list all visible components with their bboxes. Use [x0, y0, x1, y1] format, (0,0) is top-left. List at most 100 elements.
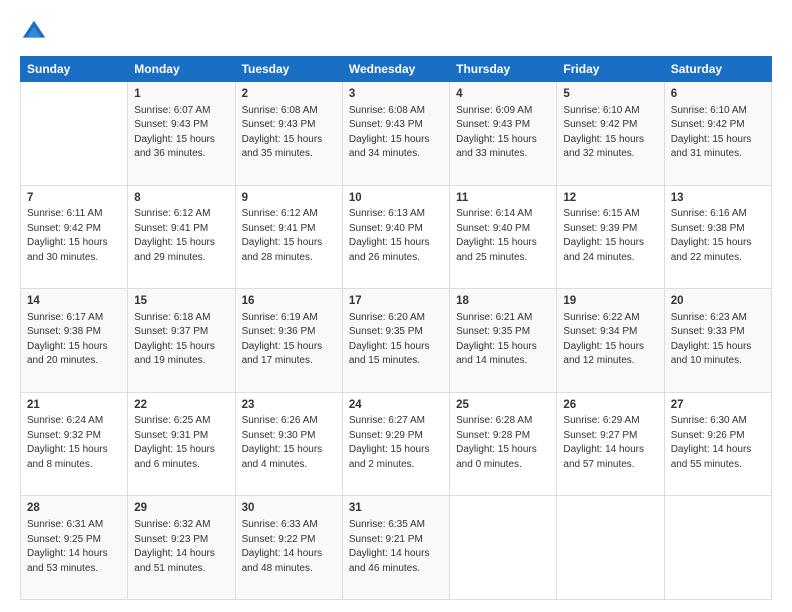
day-info: Sunrise: 6:19 AM Sunset: 9:36 PM Dayligh… — [242, 311, 336, 369]
day-info: Sunrise: 6:16 AM Sunset: 9:38 PM Dayligh… — [671, 207, 765, 265]
day-cell: 10Sunrise: 6:13 AM Sunset: 9:40 PM Dayli… — [342, 185, 449, 289]
day-info: Sunrise: 6:26 AM Sunset: 9:30 PM Dayligh… — [242, 414, 336, 472]
week-row-4: 21Sunrise: 6:24 AM Sunset: 9:32 PM Dayli… — [21, 392, 772, 496]
day-cell: 22Sunrise: 6:25 AM Sunset: 9:31 PM Dayli… — [128, 392, 235, 496]
day-info: Sunrise: 6:22 AM Sunset: 9:34 PM Dayligh… — [563, 311, 657, 369]
day-cell: 5Sunrise: 6:10 AM Sunset: 9:42 PM Daylig… — [557, 82, 664, 186]
day-info: Sunrise: 6:35 AM Sunset: 9:21 PM Dayligh… — [349, 518, 443, 576]
col-header-sunday: Sunday — [21, 57, 128, 82]
day-cell: 19Sunrise: 6:22 AM Sunset: 9:34 PM Dayli… — [557, 289, 664, 393]
day-cell: 2Sunrise: 6:08 AM Sunset: 9:43 PM Daylig… — [235, 82, 342, 186]
day-cell: 1Sunrise: 6:07 AM Sunset: 9:43 PM Daylig… — [128, 82, 235, 186]
day-number: 2 — [242, 86, 336, 103]
day-cell: 4Sunrise: 6:09 AM Sunset: 9:43 PM Daylig… — [450, 82, 557, 186]
day-number: 29 — [134, 500, 228, 517]
table-body: 1Sunrise: 6:07 AM Sunset: 9:43 PM Daylig… — [21, 82, 772, 600]
table-header: SundayMondayTuesdayWednesdayThursdayFrid… — [21, 57, 772, 82]
day-number: 31 — [349, 500, 443, 517]
week-row-2: 7Sunrise: 6:11 AM Sunset: 9:42 PM Daylig… — [21, 185, 772, 289]
day-info: Sunrise: 6:27 AM Sunset: 9:29 PM Dayligh… — [349, 414, 443, 472]
day-info: Sunrise: 6:10 AM Sunset: 9:42 PM Dayligh… — [671, 104, 765, 162]
day-cell: 15Sunrise: 6:18 AM Sunset: 9:37 PM Dayli… — [128, 289, 235, 393]
week-row-3: 14Sunrise: 6:17 AM Sunset: 9:38 PM Dayli… — [21, 289, 772, 393]
day-number: 6 — [671, 86, 765, 103]
col-header-monday: Monday — [128, 57, 235, 82]
day-number: 16 — [242, 293, 336, 310]
day-info: Sunrise: 6:08 AM Sunset: 9:43 PM Dayligh… — [242, 104, 336, 162]
day-info: Sunrise: 6:07 AM Sunset: 9:43 PM Dayligh… — [134, 104, 228, 162]
day-cell: 9Sunrise: 6:12 AM Sunset: 9:41 PM Daylig… — [235, 185, 342, 289]
day-number: 8 — [134, 190, 228, 207]
day-cell — [557, 496, 664, 600]
day-number: 4 — [456, 86, 550, 103]
day-info: Sunrise: 6:18 AM Sunset: 9:37 PM Dayligh… — [134, 311, 228, 369]
day-cell — [664, 496, 771, 600]
day-info: Sunrise: 6:21 AM Sunset: 9:35 PM Dayligh… — [456, 311, 550, 369]
day-cell: 27Sunrise: 6:30 AM Sunset: 9:26 PM Dayli… — [664, 392, 771, 496]
day-number: 14 — [27, 293, 121, 310]
day-number: 19 — [563, 293, 657, 310]
day-number: 7 — [27, 190, 121, 207]
day-cell: 24Sunrise: 6:27 AM Sunset: 9:29 PM Dayli… — [342, 392, 449, 496]
day-cell: 3Sunrise: 6:08 AM Sunset: 9:43 PM Daylig… — [342, 82, 449, 186]
day-cell: 31Sunrise: 6:35 AM Sunset: 9:21 PM Dayli… — [342, 496, 449, 600]
day-number: 24 — [349, 397, 443, 414]
day-cell: 12Sunrise: 6:15 AM Sunset: 9:39 PM Dayli… — [557, 185, 664, 289]
day-info: Sunrise: 6:08 AM Sunset: 9:43 PM Dayligh… — [349, 104, 443, 162]
day-cell: 28Sunrise: 6:31 AM Sunset: 9:25 PM Dayli… — [21, 496, 128, 600]
header-row: SundayMondayTuesdayWednesdayThursdayFrid… — [21, 57, 772, 82]
day-info: Sunrise: 6:14 AM Sunset: 9:40 PM Dayligh… — [456, 207, 550, 265]
day-cell — [450, 496, 557, 600]
calendar-table: SundayMondayTuesdayWednesdayThursdayFrid… — [20, 56, 772, 600]
day-info: Sunrise: 6:20 AM Sunset: 9:35 PM Dayligh… — [349, 311, 443, 369]
day-cell: 8Sunrise: 6:12 AM Sunset: 9:41 PM Daylig… — [128, 185, 235, 289]
day-info: Sunrise: 6:24 AM Sunset: 9:32 PM Dayligh… — [27, 414, 121, 472]
day-number: 10 — [349, 190, 443, 207]
day-info: Sunrise: 6:11 AM Sunset: 9:42 PM Dayligh… — [27, 207, 121, 265]
day-number: 21 — [27, 397, 121, 414]
col-header-wednesday: Wednesday — [342, 57, 449, 82]
day-number: 15 — [134, 293, 228, 310]
day-cell: 11Sunrise: 6:14 AM Sunset: 9:40 PM Dayli… — [450, 185, 557, 289]
day-cell: 16Sunrise: 6:19 AM Sunset: 9:36 PM Dayli… — [235, 289, 342, 393]
day-cell: 29Sunrise: 6:32 AM Sunset: 9:23 PM Dayli… — [128, 496, 235, 600]
week-row-5: 28Sunrise: 6:31 AM Sunset: 9:25 PM Dayli… — [21, 496, 772, 600]
day-info: Sunrise: 6:12 AM Sunset: 9:41 PM Dayligh… — [242, 207, 336, 265]
col-header-saturday: Saturday — [664, 57, 771, 82]
day-number: 13 — [671, 190, 765, 207]
day-cell: 7Sunrise: 6:11 AM Sunset: 9:42 PM Daylig… — [21, 185, 128, 289]
day-cell — [21, 82, 128, 186]
day-number: 5 — [563, 86, 657, 103]
header — [20, 18, 772, 46]
day-info: Sunrise: 6:25 AM Sunset: 9:31 PM Dayligh… — [134, 414, 228, 472]
day-info: Sunrise: 6:32 AM Sunset: 9:23 PM Dayligh… — [134, 518, 228, 576]
day-info: Sunrise: 6:31 AM Sunset: 9:25 PM Dayligh… — [27, 518, 121, 576]
day-info: Sunrise: 6:10 AM Sunset: 9:42 PM Dayligh… — [563, 104, 657, 162]
day-number: 1 — [134, 86, 228, 103]
col-header-tuesday: Tuesday — [235, 57, 342, 82]
day-info: Sunrise: 6:28 AM Sunset: 9:28 PM Dayligh… — [456, 414, 550, 472]
day-number: 27 — [671, 397, 765, 414]
day-cell: 17Sunrise: 6:20 AM Sunset: 9:35 PM Dayli… — [342, 289, 449, 393]
day-info: Sunrise: 6:23 AM Sunset: 9:33 PM Dayligh… — [671, 311, 765, 369]
day-info: Sunrise: 6:17 AM Sunset: 9:38 PM Dayligh… — [27, 311, 121, 369]
day-cell: 20Sunrise: 6:23 AM Sunset: 9:33 PM Dayli… — [664, 289, 771, 393]
logo-icon — [20, 18, 48, 46]
logo — [20, 18, 52, 46]
day-cell: 26Sunrise: 6:29 AM Sunset: 9:27 PM Dayli… — [557, 392, 664, 496]
day-number: 30 — [242, 500, 336, 517]
day-number: 18 — [456, 293, 550, 310]
day-number: 17 — [349, 293, 443, 310]
day-info: Sunrise: 6:09 AM Sunset: 9:43 PM Dayligh… — [456, 104, 550, 162]
day-cell: 14Sunrise: 6:17 AM Sunset: 9:38 PM Dayli… — [21, 289, 128, 393]
col-header-friday: Friday — [557, 57, 664, 82]
day-cell: 18Sunrise: 6:21 AM Sunset: 9:35 PM Dayli… — [450, 289, 557, 393]
day-info: Sunrise: 6:29 AM Sunset: 9:27 PM Dayligh… — [563, 414, 657, 472]
day-info: Sunrise: 6:33 AM Sunset: 9:22 PM Dayligh… — [242, 518, 336, 576]
day-number: 22 — [134, 397, 228, 414]
day-cell: 30Sunrise: 6:33 AM Sunset: 9:22 PM Dayli… — [235, 496, 342, 600]
day-cell: 25Sunrise: 6:28 AM Sunset: 9:28 PM Dayli… — [450, 392, 557, 496]
day-number: 28 — [27, 500, 121, 517]
day-cell: 13Sunrise: 6:16 AM Sunset: 9:38 PM Dayli… — [664, 185, 771, 289]
day-info: Sunrise: 6:13 AM Sunset: 9:40 PM Dayligh… — [349, 207, 443, 265]
